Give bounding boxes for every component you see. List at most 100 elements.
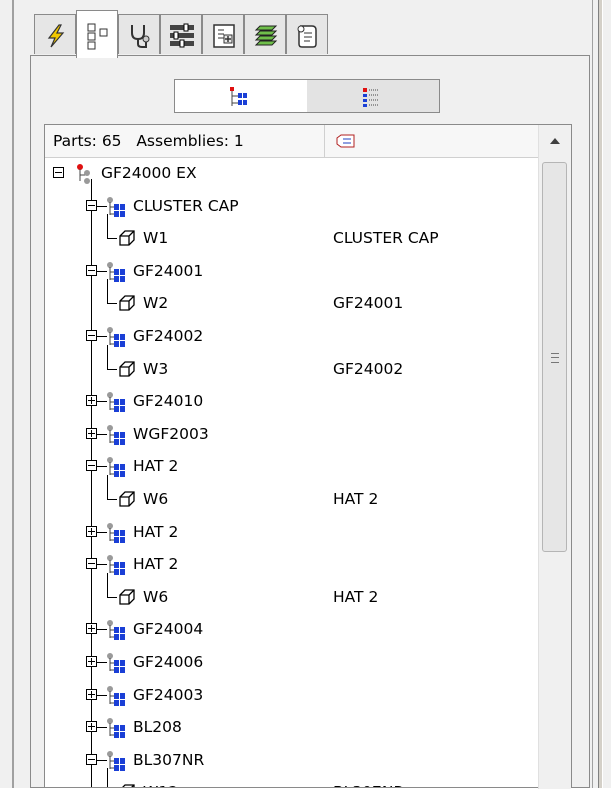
- tree-node-label: GF24004: [133, 620, 204, 638]
- tree-row-assembly[interactable]: GF24002: [45, 320, 539, 352]
- tree-node-label: HAT 2: [133, 555, 179, 573]
- part-icon: [119, 230, 135, 246]
- tree-node-label: W12: [143, 776, 178, 787]
- tree-connector-line: [107, 573, 108, 597]
- tree-row-assembly[interactable]: GF24006: [45, 646, 539, 678]
- tree-row-part[interactable]: W2 GF24001: [45, 279, 539, 319]
- part-description: BL307NR: [333, 776, 404, 787]
- tree-connector-line: [107, 279, 108, 303]
- tree-connector-line: [107, 475, 108, 499]
- assembly-icon: [107, 718, 125, 738]
- tree-connector-line: [107, 597, 117, 598]
- tab-sliders[interactable]: [160, 14, 202, 54]
- view-toggle: [174, 79, 440, 113]
- stethoscope-icon: [131, 25, 150, 48]
- collapse-toggle[interactable]: [53, 167, 64, 178]
- collapse-toggle[interactable]: [86, 200, 97, 211]
- tree-node-label: W6: [143, 490, 169, 508]
- parts-summary-header[interactable]: Parts: 65 Assemblies: 1: [45, 125, 325, 157]
- description-column-header[interactable]: [327, 125, 539, 157]
- tab-add-document[interactable]: [202, 14, 244, 54]
- part-description: HAT 2: [333, 588, 379, 606]
- assembly-icon: [107, 327, 125, 347]
- tree-row-assembly[interactable]: BL307NR: [45, 744, 539, 776]
- tree-connector-line: [107, 214, 108, 238]
- splitter[interactable]: [592, 0, 611, 788]
- tab-scroll[interactable]: [286, 14, 328, 54]
- tree-view: GF24000 EX CLUSTER CAP W1 CLUSTER CAP GF240…: [45, 157, 539, 787]
- part-description: GF24002: [333, 360, 404, 378]
- tree-row-assembly[interactable]: CLUSTER CAP: [45, 190, 539, 222]
- tree-structure-icon: [87, 23, 108, 50]
- sliders-icon: [170, 23, 194, 48]
- window: Parts: 65 Assemblies: 1 GF24000 EX CLUST…: [0, 0, 611, 789]
- tree-node-label: GF24002: [133, 327, 204, 345]
- tree-row-part[interactable]: W6 HAT 2: [45, 475, 539, 515]
- tree-node-label: HAT 2: [133, 523, 179, 541]
- tree-connector-line: [107, 238, 117, 239]
- list-view-icon: [363, 88, 379, 107]
- assembly-icon: [107, 392, 125, 412]
- tree-connector-line: [107, 303, 117, 304]
- tab-layers[interactable]: [244, 14, 286, 54]
- list-view-button[interactable]: [307, 80, 439, 112]
- tree-row-assembly[interactable]: GF24001: [45, 255, 539, 287]
- scroll-thumb[interactable]: [542, 162, 567, 552]
- expand-toggle[interactable]: [86, 428, 97, 439]
- vertical-scrollbar[interactable]: [538, 125, 571, 789]
- tab-stethoscope[interactable]: [118, 14, 160, 54]
- tree-row-assembly[interactable]: GF24003: [45, 679, 539, 711]
- expand-toggle[interactable]: [86, 721, 97, 732]
- tree-node-label: W2: [143, 294, 169, 312]
- tree-row-assembly[interactable]: HAT 2: [45, 516, 539, 548]
- tree-connector-line: [107, 369, 117, 370]
- tree-view-button[interactable]: [175, 80, 307, 112]
- layers-icon: [254, 25, 278, 46]
- tab-lightning[interactable]: [34, 14, 76, 54]
- tree-node-label: GF24006: [133, 653, 204, 671]
- assembly-icon: [107, 425, 125, 445]
- column-header: Parts: 65 Assemblies: 1: [45, 125, 539, 158]
- assembly-icon: [107, 555, 125, 575]
- part-description: CLUSTER CAP: [333, 229, 439, 247]
- assembly-icon: [107, 457, 125, 477]
- part-icon: [122, 784, 135, 787]
- expand-toggle[interactable]: [86, 526, 97, 537]
- scroll-icon: [297, 25, 317, 48]
- tree-row-assembly[interactable]: BL208: [45, 711, 539, 743]
- tree-node-label: W6: [143, 588, 169, 606]
- tree-node-label: GF24000 EX: [101, 164, 197, 182]
- expand-toggle[interactable]: [86, 689, 97, 700]
- tree-row-root[interactable]: GF24000 EX: [45, 157, 539, 189]
- collapse-toggle[interactable]: [86, 330, 97, 341]
- expand-toggle[interactable]: [86, 623, 97, 634]
- tree-row-part[interactable]: W1 CLUSTER CAP: [45, 214, 539, 254]
- tree-row-part[interactable]: W3 GF24002: [45, 345, 539, 385]
- tree-row-assembly[interactable]: HAT 2: [45, 548, 539, 580]
- assembly-icon: [107, 686, 125, 706]
- tree-node-label: W3: [143, 360, 169, 378]
- collapse-toggle[interactable]: [86, 754, 97, 765]
- expand-toggle[interactable]: [86, 395, 97, 406]
- part-description: GF24001: [333, 294, 404, 312]
- scroll-up-arrow[interactable]: [539, 125, 571, 157]
- tree-node-label: HAT 2: [133, 457, 179, 475]
- tree-row-assembly[interactable]: WGF2003: [45, 418, 539, 450]
- tree-row-assembly[interactable]: GF24004: [45, 613, 539, 645]
- collapse-toggle[interactable]: [86, 265, 97, 276]
- tree-row-part[interactable]: W12 BL307NR: [45, 768, 539, 787]
- part-icon: [119, 589, 135, 605]
- tree-row-assembly[interactable]: HAT 2: [45, 450, 539, 482]
- tree-row-part[interactable]: W6 HAT 2: [45, 573, 539, 613]
- expand-toggle[interactable]: [86, 656, 97, 667]
- assembly-icon: [107, 751, 125, 771]
- tree-node-label: WGF2003: [133, 425, 209, 443]
- tree-row-assembly[interactable]: GF24010: [45, 385, 539, 417]
- collapse-toggle[interactable]: [86, 558, 97, 569]
- assembly-icon: [107, 653, 125, 673]
- assembly-tree-list[interactable]: Parts: 65 Assemblies: 1 GF24000 EX CLUST…: [44, 124, 572, 788]
- collapse-toggle[interactable]: [86, 460, 97, 471]
- part-description: HAT 2: [333, 490, 379, 508]
- left-frame: [0, 0, 14, 788]
- tab-tree[interactable]: [76, 10, 118, 58]
